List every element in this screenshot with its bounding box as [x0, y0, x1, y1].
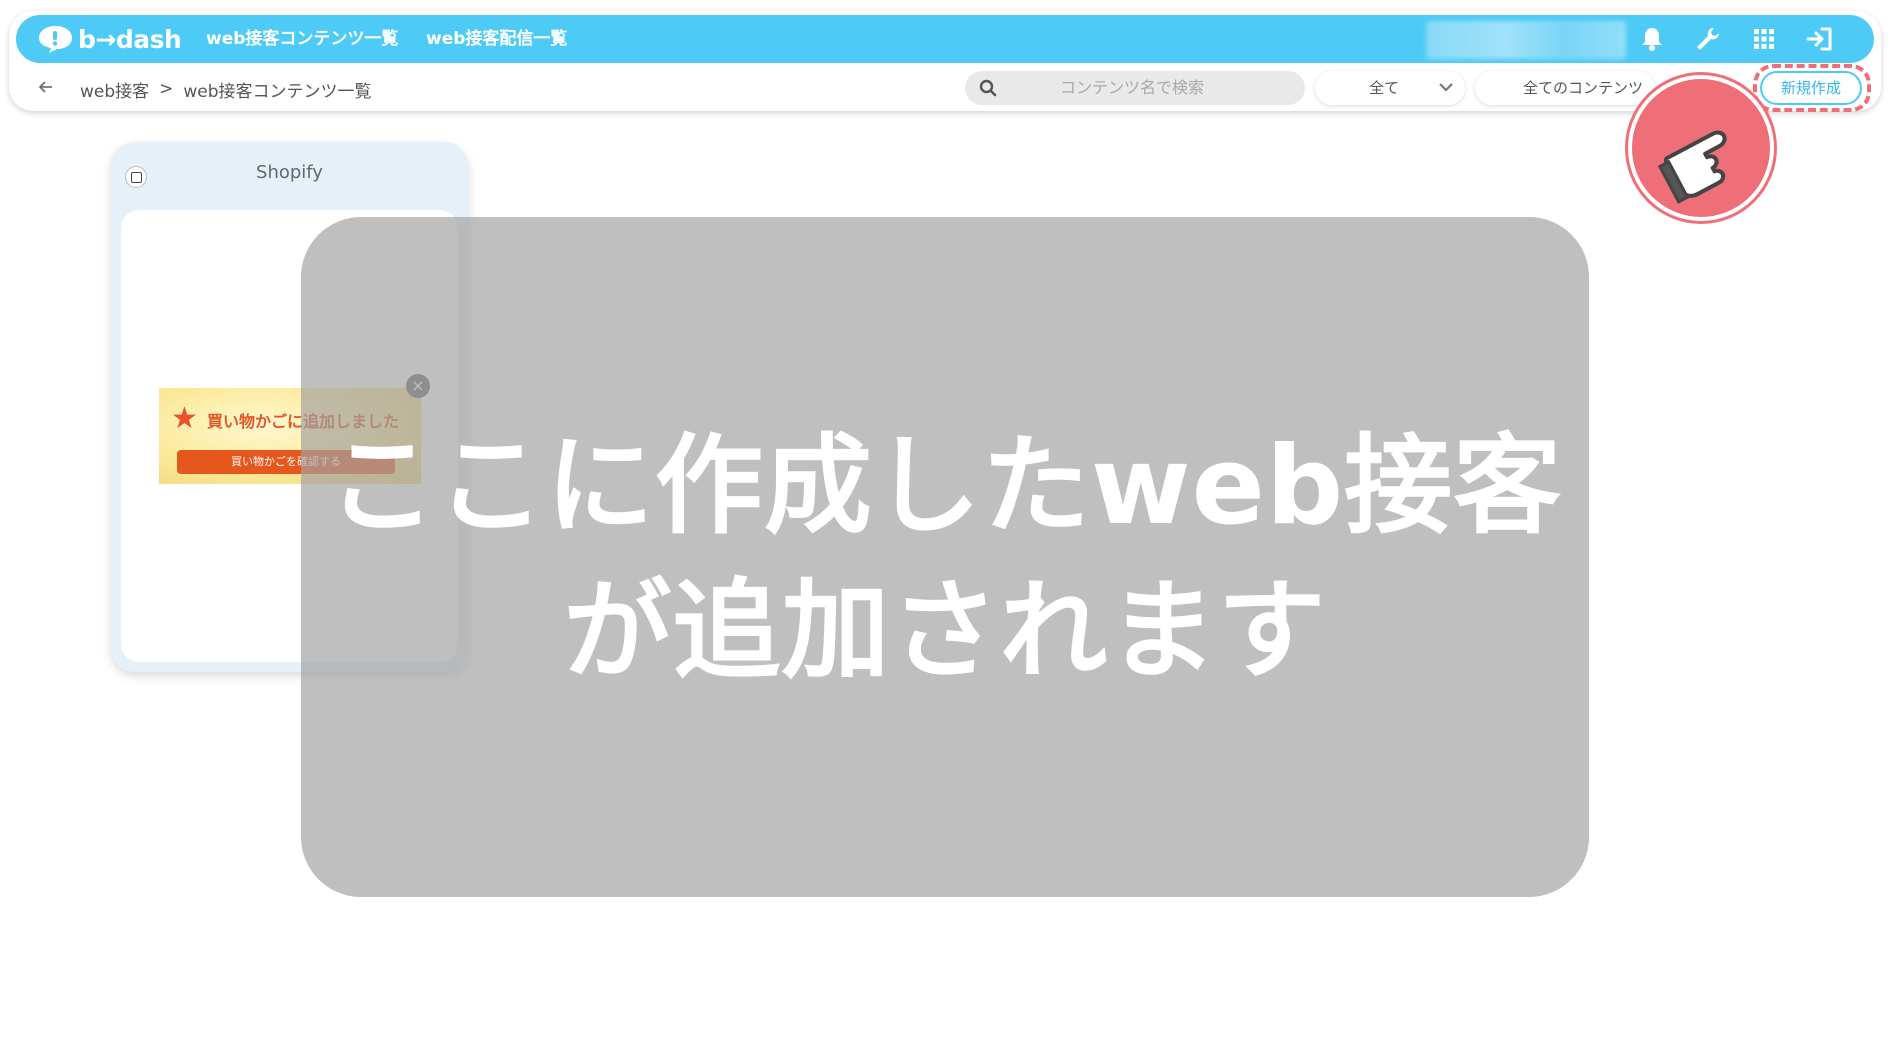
filter-select-content-value: 全てのコンテンツ [1523, 79, 1644, 97]
overlay-line-1: ここに作成したweb接客 [327, 424, 1563, 549]
overlay-line-2: が追加されます [563, 569, 1327, 694]
breadcrumb-separator: > [159, 79, 174, 99]
pointing-hand-icon [1657, 130, 1727, 204]
instruction-overlay: ここに作成したweb接客 が追加されます [301, 217, 1589, 897]
pointing-hand-badge [1628, 75, 1774, 221]
star-icon: ★ [171, 401, 198, 436]
screen: b→dash web接客コンテンツ一覧 web接客配信一覧 web接客 > we… [0, 0, 1890, 1063]
breadcrumb-item-web[interactable]: web接客 [80, 77, 149, 102]
logout-icon[interactable] [1804, 23, 1836, 55]
filter-select-content[interactable]: 全てのコンテンツ [1475, 71, 1655, 105]
nav-web-content-list[interactable]: web接客コンテンツ一覧 [206, 15, 398, 63]
logo-text: b→dash [78, 24, 182, 54]
search-icon [979, 79, 997, 97]
nav-web-delivery-list[interactable]: web接客配信一覧 [426, 15, 567, 63]
filter-select-all[interactable]: 全て [1315, 71, 1465, 105]
apps-grid-icon[interactable] [1748, 23, 1780, 55]
blurred-account-info [1426, 21, 1626, 59]
breadcrumb-item-content-list: web接客コンテンツ一覧 [183, 81, 372, 102]
card-title: Shopify [256, 162, 323, 183]
breadcrumb: web接客 > web接客コンテンツ一覧 [80, 74, 372, 104]
chevron-down-icon [1439, 83, 1453, 92]
bell-icon[interactable] [1636, 23, 1668, 55]
top-navigation-bar: b→dash web接客コンテンツ一覧 web接客配信一覧 [16, 15, 1874, 63]
wrench-icon[interactable] [1692, 23, 1724, 55]
filter-select-all-value: 全て [1369, 79, 1400, 97]
search-input[interactable]: コンテンツ名で検索 [965, 71, 1305, 105]
new-create-button[interactable]: 新規作成 [1760, 71, 1862, 105]
search-placeholder: コンテンツ名で検索 [1060, 78, 1205, 97]
logo-bubble-icon [39, 26, 72, 53]
app-logo[interactable]: b→dash [36, 23, 182, 55]
back-arrow-icon[interactable] [38, 75, 58, 99]
